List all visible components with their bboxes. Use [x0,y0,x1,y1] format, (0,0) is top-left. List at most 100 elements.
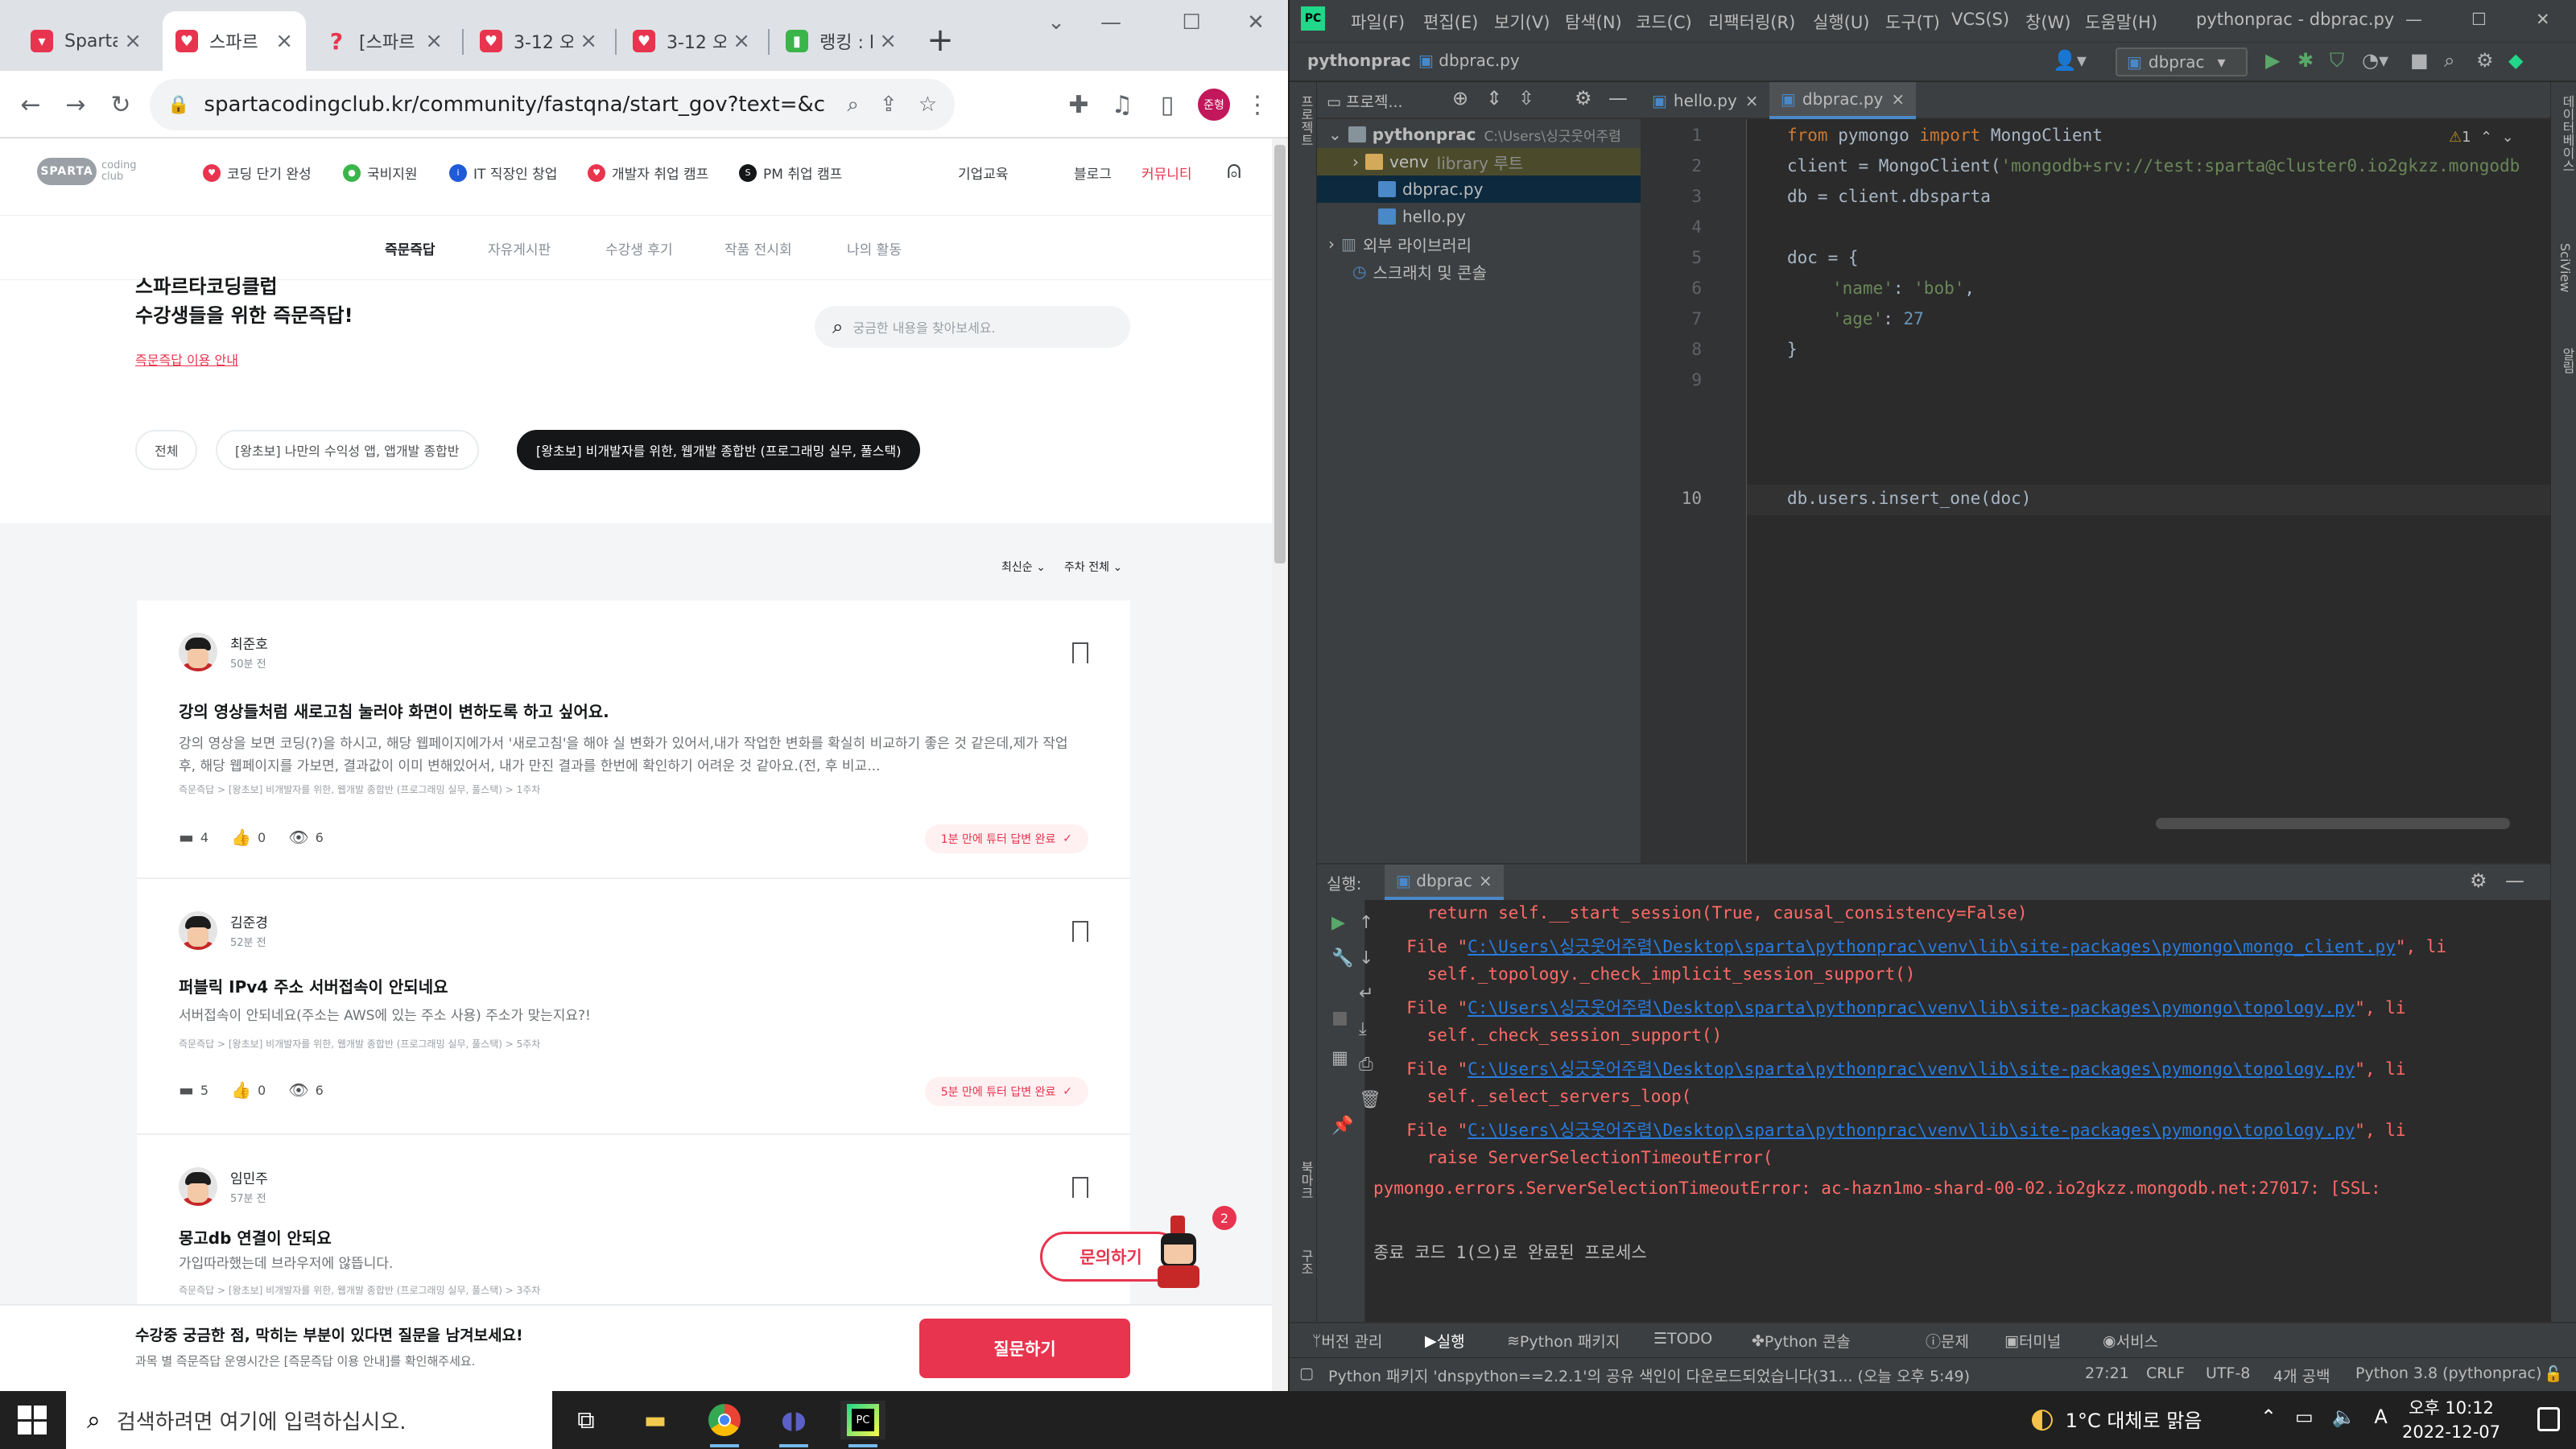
notifications-tool-button[interactable]: 알림 [2557,348,2576,374]
tool-tab-run[interactable]: ▶ 실행 [1425,1330,1465,1352]
tab-qna[interactable]: 즉문즉답 [385,238,436,258]
horizontal-scrollbar[interactable] [2156,818,2510,829]
status-message[interactable]: Python 패키지 'dnspython==2.2.1'의 공유 색인이 다운… [1328,1364,1970,1386]
expand-all-icon[interactable]: ⇕ [1486,87,1502,109]
wrench-icon[interactable]: 🔧 [1331,948,1353,968]
menu-refactor[interactable]: 리팩터링(R) [1708,10,1795,34]
bookmarks-tool-button[interactable]: 북마크 [1296,1161,1315,1199]
run-tab[interactable]: ▣ dbprac × [1385,865,1504,900]
tool-tab-terminal[interactable]: ▣ 터미널 [2004,1330,2061,1352]
minimize-icon[interactable]: — [1087,6,1135,39]
browser-tab[interactable]: ♥ 3-12 오 × [467,11,610,71]
hide-icon[interactable]: — [1608,87,1628,109]
menu-run[interactable]: 실행(U) [1813,10,1869,34]
minimize-icon[interactable]: — [2405,10,2422,29]
close-icon[interactable]: × [1745,91,1759,110]
browser-tab-active[interactable]: ♥ 스파르 × [163,11,306,71]
tool-toggle-icon[interactable]: ▢ [1299,1364,1314,1382]
zoom-icon[interactable]: ⌕ [847,93,859,118]
gear-icon[interactable]: ⚙ [1575,87,1592,109]
star-icon[interactable]: ☆ [919,93,937,117]
user-icon[interactable]: ⍝ [1227,156,1241,184]
debug-icon[interactable]: ✱ [2297,49,2314,72]
breadcrumb-project[interactable]: pythonprac [1307,51,1411,70]
code-editor[interactable]: ▣ hello.py × ▣ dbprac.py × 1 2 3 4 5 6 7 8 9… [1641,82,2550,863]
menu-code[interactable]: 코드(C) [1636,10,1692,34]
close-window-icon[interactable]: ✕ [1232,6,1280,39]
lock-icon[interactable]: 🔓 [2544,1364,2563,1383]
nav-item[interactable]: S PM 취업 캠프 [739,163,842,183]
notification-center-icon[interactable] [2537,1407,2560,1431]
gear-icon[interactable]: ⚙ [2476,49,2494,72]
webex-icon[interactable]: ◖◗ [771,1401,816,1447]
post-card[interactable]: 김준경 52분 전 퍼블릭 IPv4 주소 서버접속이 안되네요 서버접속이 안… [137,879,1130,1135]
close-icon[interactable]: × [1479,871,1492,890]
file-link[interactable]: C:\Users\싱긋웃어주렴\Desktop\sparta\pythonpra… [1468,998,2355,1018]
tree-scratches[interactable]: ◷ 스크래치 및 콘솔 [1317,258,1641,285]
nav-item[interactable]: 기업교육 [958,163,1009,183]
editor-tab-hello[interactable]: ▣ hello.py × [1641,82,1770,119]
post-card[interactable]: 최준호 50분 전 강의 영상들처럼 새로고침 눌러야 화면이 변하도록 하고 … [137,601,1130,879]
browser-tab[interactable]: ▮ 랭킹 : l × [773,11,910,71]
hide-icon[interactable]: — [2505,869,2524,892]
down-icon[interactable]: ↓ [1359,948,1373,968]
weather-widget[interactable]: ◐ 1°C 대체로 맑음 [2030,1402,2202,1435]
menu-vcs[interactable]: VCS(S) [1951,10,2009,29]
task-view-icon[interactable]: ⧉ [564,1401,609,1439]
close-icon[interactable]: × [1891,89,1905,109]
file-encoding[interactable]: UTF-8 [2206,1364,2250,1382]
stop-icon[interactable]: ■ [2410,49,2429,72]
bookmark-icon[interactable] [1072,642,1088,663]
pycharm-taskbar-icon[interactable]: PC [840,1401,886,1447]
sort-dropdown[interactable]: 최신순 ⌄ [1001,559,1046,575]
project-dropdown[interactable]: ▭ 프로젝... [1327,90,1403,112]
more-menu-icon[interactable]: ⋮ [1238,85,1277,124]
editor-tab-dbprac[interactable]: ▣ dbprac.py × [1769,82,1917,119]
breadcrumb-file[interactable]: ▣ dbprac.py [1418,51,1520,70]
layout-icon[interactable]: ▦ [1331,1048,1348,1068]
extensions-icon[interactable]: ✚ [1059,85,1098,124]
maximize-icon[interactable]: ☐ [1167,6,1216,39]
tree-root[interactable]: ⌄ pythonprac C:\Users\싱긋웃어주렴 [1317,121,1641,148]
tree-file-dbprac[interactable]: dbprac.py [1317,175,1641,203]
structure-tool-button[interactable]: 구조 [1296,1249,1315,1275]
tree-file-hello[interactable]: hello.py [1317,203,1641,230]
menu-file[interactable]: 파일(F) [1351,10,1405,34]
menu-view[interactable]: 보기(V) [1494,10,1550,34]
soft-wrap-icon[interactable]: ↵ [1359,984,1373,1004]
trash-icon[interactable]: 🗑 [1359,1090,1381,1110]
file-explorer-icon[interactable]: ▬ [633,1401,678,1439]
nav-item-community[interactable]: 커뮤니티 [1141,163,1192,183]
gear-icon[interactable]: ⚙ [2470,869,2487,892]
jetbrains-icon[interactable]: ◆ [2508,49,2523,72]
browser-tab[interactable]: ♥ 3-12 오 × [620,11,763,71]
filter-chip-web[interactable]: [왕초보] 비개발자를 위한, 웹개발 종합반 (프로그래밍 실무, 풀스택) [517,430,921,470]
tab-my-activity[interactable]: 나의 활동 [847,238,902,258]
close-icon[interactable]: × [879,29,897,53]
run-config-select[interactable]: ▣ dbprac ▾ [2116,47,2248,76]
scroll-end-icon[interactable]: ⤓ [1359,1019,1367,1039]
nav-item[interactable]: 블로그 [1074,163,1112,183]
line-separator[interactable]: CRLF [2146,1364,2185,1382]
caret-position[interactable]: 27:21 [2085,1364,2129,1382]
chrome-icon[interactable] [702,1401,747,1447]
close-window-icon[interactable]: ✕ [2536,10,2550,29]
pin-icon[interactable]: 📌 [1331,1116,1353,1136]
user-icon[interactable]: 👤▾ [2053,49,2087,72]
close-icon[interactable]: × [733,29,750,53]
print-icon[interactable]: ⎙ [1359,1055,1373,1075]
file-link[interactable]: C:\Users\싱긋웃어주렴\Desktop\sparta\pythonpra… [1468,1059,2355,1079]
nav-item[interactable]: ♥ 개발자 취업 캠프 [588,163,708,183]
sparta-logo[interactable]: SPARTA coding club [37,158,150,185]
close-icon[interactable]: × [124,29,142,53]
file-link[interactable]: C:\Users\싱긋웃어주렴\Desktop\sparta\pythonpra… [1468,1121,2355,1140]
menu-tools[interactable]: 도구(T) [1885,10,1940,34]
mascot-icon[interactable] [1153,1216,1206,1293]
search-icon[interactable]: ⌕ [2444,49,2454,72]
address-bar[interactable]: 🔒 spartacodingclub.kr/community/fastqna/… [150,79,955,130]
menu-edit[interactable]: 편집(E) [1423,10,1478,34]
bookmark-icon[interactable] [1072,921,1088,942]
collapse-all-icon[interactable]: ⇳ [1518,87,1534,109]
stop-icon[interactable]: ■ [1331,1008,1348,1028]
ask-question-button[interactable]: 질문하기 [919,1319,1130,1378]
